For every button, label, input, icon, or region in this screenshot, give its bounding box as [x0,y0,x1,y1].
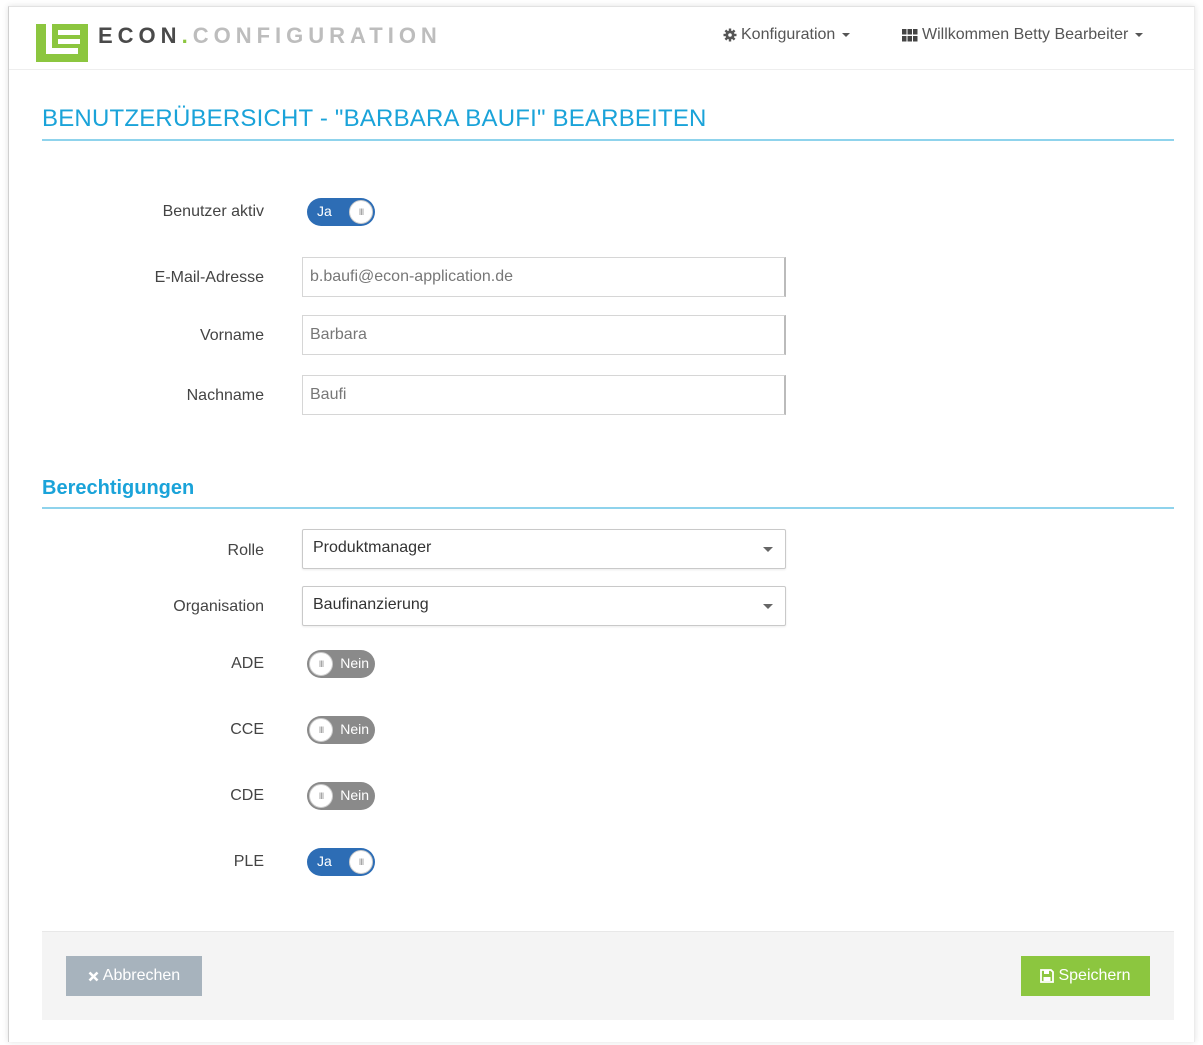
toggle-knob-icon: III [309,652,333,676]
lastname-field[interactable] [302,375,786,415]
active-toggle[interactable]: Ja III [307,198,375,226]
top-navbar: ECON.CONFIGURATION Konfiguration Willkom… [9,7,1194,70]
permissions-title: Berechtigungen [42,477,195,499]
chevron-down-icon [763,604,773,609]
role-select[interactable]: Produktmanager [302,529,786,569]
toggle-knob-icon: III [309,784,333,808]
cde-toggle[interactable]: III Nein [307,782,375,810]
firstname-label: Vorname [199,327,264,344]
cancel-button[interactable]: Abbrechen [66,956,202,996]
organisation-label: Organisation [173,598,264,615]
save-button[interactable]: Speichern [1021,956,1150,996]
firstname-field[interactable] [302,315,786,355]
brand-configuration: CONFIGURATION [192,23,442,48]
form-footer: Abbrechen Speichern [42,931,1174,1020]
ple-toggle[interactable]: Ja III [307,848,375,876]
brand-econ: ECON [98,23,182,48]
cce-toggle[interactable]: III Nein [307,716,375,744]
organisation-select-value: Baufinanzierung [313,596,429,613]
cde-label: CDE [230,787,264,804]
toggle-knob-icon: III [349,850,373,874]
cde-toggle-text: Nein [340,787,369,803]
close-icon [88,971,99,981]
title-divider [42,139,1174,141]
active-toggle-text: Ja [317,203,332,219]
active-label: Benutzer aktiv [162,203,264,220]
configuration-menu[interactable]: Konfiguration [723,26,851,44]
user-menu[interactable]: Willkommen Betty Bearbeiter [902,26,1144,44]
gear-icon [723,28,737,42]
cancel-button-label: Abbrechen [102,967,181,984]
toggle-knob-icon: III [309,718,333,742]
ade-toggle[interactable]: III Nein [307,650,375,678]
role-select-value: Produktmanager [313,539,432,556]
cce-toggle-text: Nein [340,721,369,737]
save-button-label: Speichern [1058,967,1131,984]
app-window: ECON.CONFIGURATION Konfiguration Willkom… [8,6,1195,1042]
ple-label: PLE [233,853,264,870]
role-label: Rolle [227,542,264,559]
floppy-disk-icon [1040,969,1055,983]
ple-toggle-text: Ja [317,853,332,869]
ade-label: ADE [231,655,264,672]
ade-toggle-text: Nein [340,655,369,671]
brand-dot: . [181,23,193,48]
econ-logo-icon [36,24,88,62]
chevron-down-icon [842,33,851,37]
configuration-menu-label: Konfiguration [741,26,836,43]
page-title: BENUTZERÜBERSICHT - "BARBARA BAUFI" BEAR… [42,105,707,132]
user-menu-label: Willkommen Betty Bearbeiter [922,26,1129,43]
lastname-label: Nachname [186,387,264,404]
email-field[interactable] [302,257,786,297]
organisation-select[interactable]: Baufinanzierung [302,586,786,626]
brand-name: ECON.CONFIGURATION [98,23,442,49]
permissions-divider [42,507,1174,509]
toggle-knob-icon: III [349,200,373,224]
cce-label: CCE [230,721,264,738]
chevron-down-icon [763,547,773,552]
chevron-down-icon [1135,33,1144,37]
grid-icon [902,28,918,41]
email-label: E-Mail-Adresse [154,269,264,286]
